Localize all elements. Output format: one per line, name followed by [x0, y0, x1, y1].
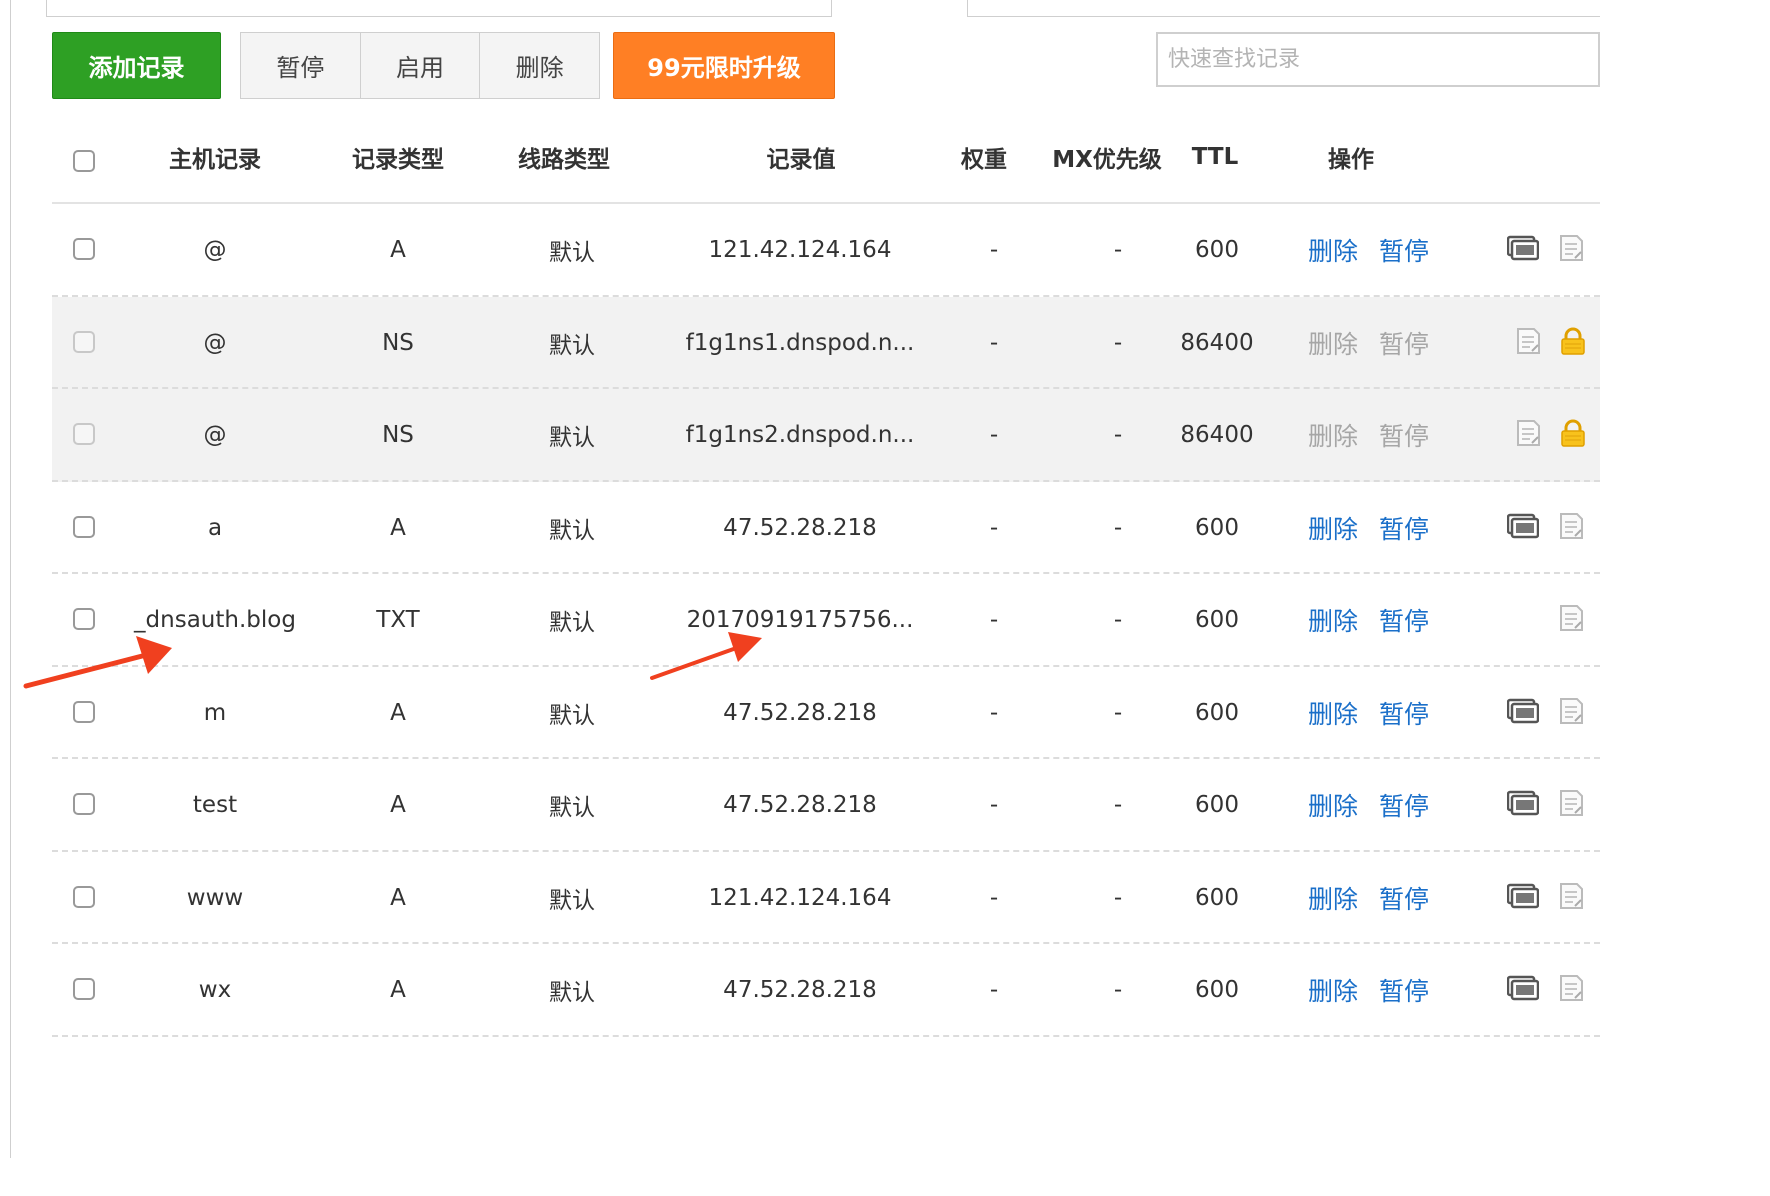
- annotation-arrow-value: [650, 632, 762, 680]
